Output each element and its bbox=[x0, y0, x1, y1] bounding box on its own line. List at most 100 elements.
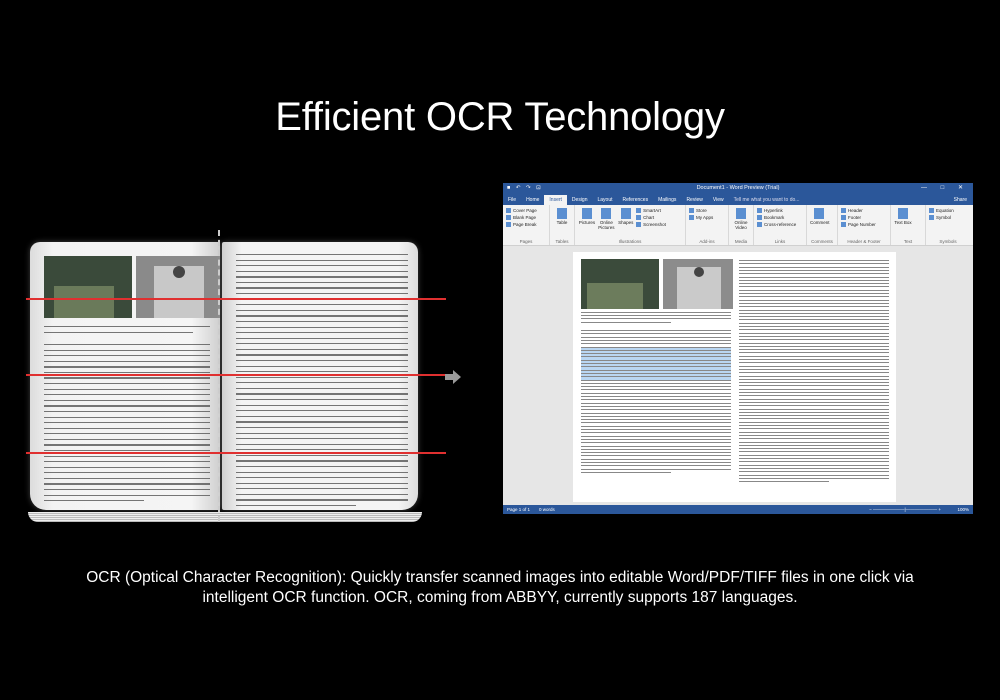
text-line bbox=[581, 419, 731, 421]
text-line bbox=[739, 329, 889, 331]
text-line bbox=[739, 441, 889, 443]
text-line bbox=[581, 429, 731, 430]
header-button[interactable]: Header bbox=[841, 207, 887, 214]
group-tables: Table Tables bbox=[550, 205, 575, 245]
text-line bbox=[739, 345, 889, 347]
text-line bbox=[581, 435, 731, 437]
status-bar: Page 1 of 1 0 words − ———————|——————— + … bbox=[503, 505, 973, 514]
tab-view[interactable]: View bbox=[708, 195, 729, 205]
omega-icon bbox=[929, 215, 934, 221]
text-line bbox=[581, 412, 731, 414]
text-line bbox=[581, 468, 731, 470]
group-header-footer: Header Footer Page Number Header & Foote… bbox=[838, 205, 891, 245]
tab-review[interactable]: Review bbox=[681, 195, 707, 205]
text-line bbox=[581, 392, 731, 394]
text-line bbox=[581, 458, 731, 460]
online-video-button[interactable]: Online Video bbox=[732, 207, 750, 230]
text-line bbox=[739, 401, 889, 403]
headline: Efficient OCR Technology bbox=[275, 95, 725, 139]
text-line bbox=[581, 312, 731, 313]
online-pictures-button[interactable]: Online Pictures bbox=[597, 207, 615, 230]
text-line bbox=[739, 260, 889, 261]
page-number-icon bbox=[841, 222, 846, 228]
text-line bbox=[739, 355, 889, 357]
text-line bbox=[581, 336, 731, 338]
table-button[interactable]: Table bbox=[553, 207, 571, 225]
text-line bbox=[739, 283, 889, 285]
text-line bbox=[739, 448, 889, 450]
insert-ribbon: Cover Page Blank Page Page Break Pages T… bbox=[503, 205, 973, 246]
text-line bbox=[581, 415, 731, 417]
symbol-button[interactable]: Symbol bbox=[929, 214, 967, 221]
zoom-level[interactable]: 100% bbox=[957, 507, 969, 512]
text-line bbox=[739, 454, 889, 456]
text-line bbox=[739, 425, 889, 426]
page-break-button[interactable]: Page Break bbox=[506, 221, 546, 228]
group-label: Comments bbox=[811, 239, 833, 244]
text-line bbox=[739, 286, 889, 288]
bookmark-button[interactable]: Bookmark bbox=[757, 214, 803, 221]
text-line bbox=[739, 461, 889, 463]
document-area[interactable] bbox=[503, 246, 973, 505]
pictures-button[interactable]: Pictures bbox=[578, 207, 596, 225]
smartart-button[interactable]: SmartArt bbox=[636, 207, 666, 214]
scan-line bbox=[26, 374, 446, 376]
hyperlink-button[interactable]: Hyperlink bbox=[757, 207, 803, 214]
table-icon bbox=[557, 208, 567, 219]
text-line bbox=[739, 428, 889, 430]
comment-button[interactable]: Comment bbox=[810, 207, 830, 225]
blank-page-button[interactable]: Blank Page bbox=[506, 214, 546, 221]
text-line bbox=[581, 432, 731, 434]
zoom-slider[interactable]: − ———————|——————— + bbox=[869, 507, 941, 512]
text-line bbox=[739, 269, 889, 271]
tab-layout[interactable]: Layout bbox=[593, 195, 618, 205]
tab-home[interactable]: Home bbox=[521, 195, 544, 205]
text-box-button[interactable]: Text Box bbox=[894, 207, 912, 225]
store-button[interactable]: Store bbox=[689, 207, 725, 214]
document-page[interactable] bbox=[573, 252, 896, 502]
tab-design[interactable]: Design bbox=[567, 195, 593, 205]
group-symbols: Equation Symbol Symbols bbox=[926, 205, 970, 245]
text-line bbox=[739, 362, 889, 364]
my-apps-button[interactable]: My Apps bbox=[689, 214, 725, 221]
footer-button[interactable]: Footer bbox=[841, 214, 887, 221]
tab-references[interactable]: References bbox=[618, 195, 654, 205]
tab-insert[interactable]: Insert bbox=[544, 195, 567, 205]
book-photos-left bbox=[44, 256, 220, 318]
cover-page-button[interactable]: Cover Page bbox=[506, 207, 546, 214]
scan-line bbox=[26, 452, 446, 454]
text-line bbox=[581, 356, 731, 358]
text-line bbox=[739, 339, 889, 341]
group-comments: Comment Comments bbox=[807, 205, 838, 245]
chart-icon bbox=[636, 215, 642, 221]
text-line bbox=[739, 365, 889, 367]
cross-reference-button[interactable]: Cross-reference bbox=[757, 221, 803, 228]
blank-page-icon bbox=[506, 215, 511, 221]
shapes-icon bbox=[620, 208, 631, 219]
text-line bbox=[581, 349, 731, 351]
window-controls[interactable]: — □ ✕ bbox=[921, 184, 969, 191]
book-left-page bbox=[30, 242, 220, 510]
equation-button[interactable]: Equation bbox=[929, 207, 967, 214]
text-line bbox=[739, 273, 889, 275]
group-illustrations: Pictures Online Pictures Shapes SmartArt… bbox=[575, 205, 686, 245]
share-button[interactable]: Share bbox=[948, 195, 973, 205]
text-line bbox=[581, 343, 731, 345]
group-addins: Store My Apps Add-ins bbox=[686, 205, 729, 245]
tell-me-search[interactable]: Tell me what you want to do... bbox=[729, 195, 805, 205]
group-pages: Cover Page Blank Page Page Break Pages bbox=[503, 205, 550, 245]
tab-file[interactable]: File bbox=[503, 195, 522, 205]
shapes-button[interactable]: Shapes bbox=[617, 207, 635, 225]
screenshot-icon bbox=[636, 222, 642, 228]
text-line bbox=[739, 359, 889, 360]
chart-button[interactable]: Chart bbox=[636, 214, 666, 221]
text-line bbox=[581, 422, 731, 424]
text-line bbox=[739, 398, 889, 400]
text-line bbox=[739, 372, 889, 374]
screenshot-button[interactable]: Screenshot bbox=[636, 221, 666, 228]
my-apps-icon bbox=[689, 215, 694, 221]
text-line bbox=[581, 462, 731, 463]
text-line bbox=[739, 464, 889, 466]
tab-mailings[interactable]: Mailings bbox=[653, 195, 681, 205]
page-number-button[interactable]: Page Number bbox=[841, 221, 887, 228]
